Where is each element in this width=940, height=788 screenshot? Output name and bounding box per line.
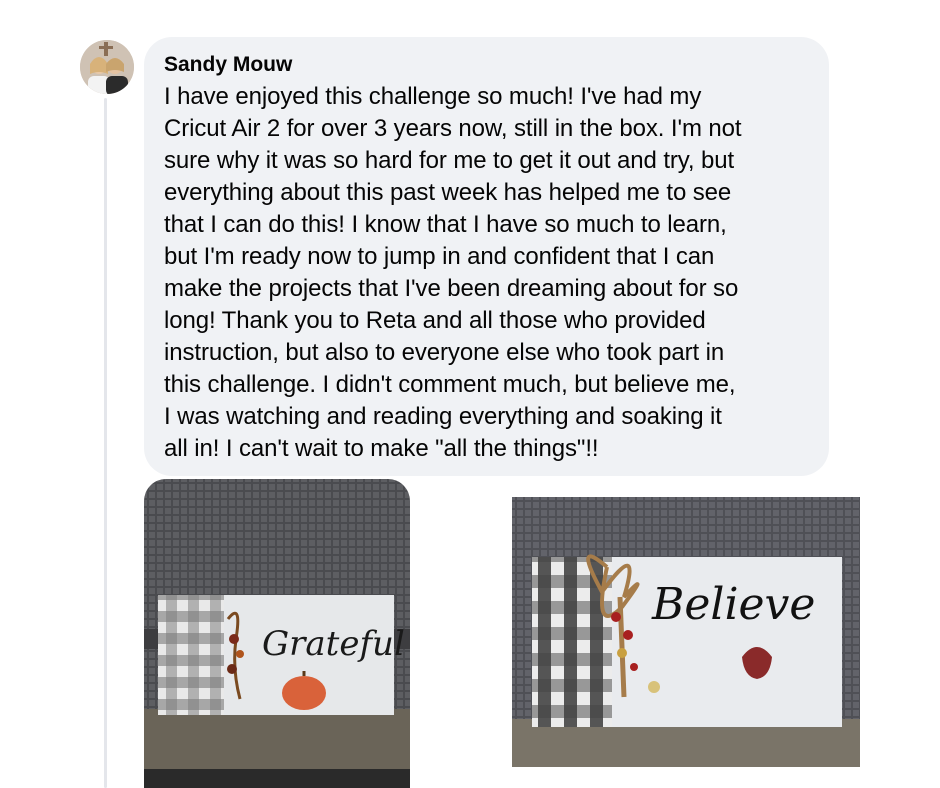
comment-text-line: that I can do this! I know that I have s… [164, 211, 727, 238]
comment-text-line: Cricut Air 2 for over 3 years now, still… [164, 115, 742, 142]
attached-photo-grateful[interactable]: Grateful [144, 479, 410, 788]
comment-text-line: but I'm ready now to jump in and confide… [164, 243, 715, 270]
comment-text-line: sure why it was so hard for me to get it… [164, 147, 735, 174]
comment-text: I have enjoyed this challenge so much! I… [164, 81, 809, 465]
reply-thread-line [104, 98, 107, 788]
avatar[interactable] [80, 40, 134, 94]
comment-text-line: all in! I can't wait to make "all the th… [164, 435, 599, 462]
profile-photo-icon [80, 40, 134, 94]
attached-photo-believe[interactable]: Believe [512, 497, 860, 767]
comment-text-line: long! Thank you to Reta and all those wh… [164, 307, 706, 334]
comment-author-name[interactable]: Sandy Mouw [164, 51, 809, 79]
sign-text-grateful: Grateful [262, 624, 405, 664]
sign-text-believe: Believe [651, 579, 815, 630]
comment-text-line: make the projects that I've been dreamin… [164, 275, 739, 302]
comment-text-line: I have enjoyed this challenge so much! I… [164, 83, 702, 110]
comment-bubble: Sandy Mouw I have enjoyed this challenge… [144, 37, 829, 476]
comment-text-line: I was watching and reading everything an… [164, 403, 722, 430]
comment-text-line: everything about this past week has help… [164, 179, 732, 206]
comment-text-line: instruction, but also to everyone else w… [164, 339, 725, 366]
comment-text-line: this challenge. I didn't comment much, b… [164, 371, 736, 398]
